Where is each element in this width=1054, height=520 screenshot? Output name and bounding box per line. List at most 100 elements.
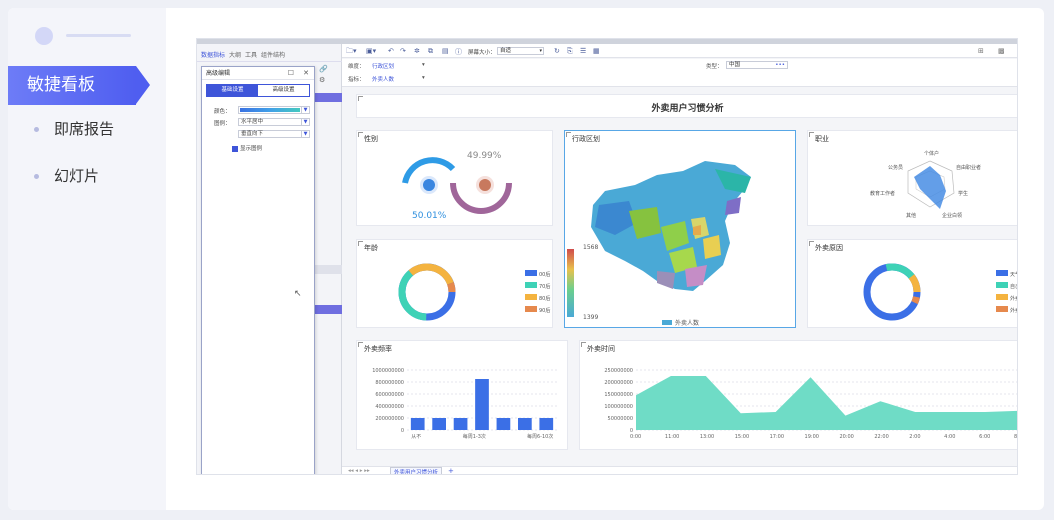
x-tick-label: 6:00: [979, 434, 990, 440]
chevron-down-icon: ▾: [539, 48, 542, 54]
male-pct: 50.01%: [412, 211, 447, 221]
chevron-down-icon: ▼: [301, 107, 309, 114]
time-panel[interactable]: 外卖时间 250000000 200000000 150000000 10000000…: [579, 340, 1017, 450]
legend-position-select[interactable]: 垂直向下 ▼: [238, 130, 310, 138]
legend-align-select[interactable]: 水平居中 ▼: [238, 118, 310, 126]
frequency-panel[interactable]: 外卖频率 1000000000 800000000 600000000 4000000…: [356, 340, 568, 450]
export-icon[interactable]: ⎘: [567, 47, 573, 56]
dialog-tabs: 基础设置 高级设置: [206, 84, 310, 97]
x-tick-label: 15:00: [735, 434, 749, 440]
map-color-scale: [567, 249, 574, 317]
age-legend: 00后: [539, 271, 550, 278]
add-sheet-icon[interactable]: +: [448, 467, 454, 474]
settings-icon[interactable]: ⚙: [319, 76, 325, 84]
tab-advanced-settings[interactable]: 高级设置: [258, 85, 309, 96]
bar: [475, 379, 489, 430]
y-tick-label: 200000000: [604, 380, 633, 386]
tab-basic-settings[interactable]: 基础设置: [207, 85, 258, 96]
y-tick-label: 400000000: [375, 404, 404, 410]
refresh-icon[interactable]: ↻: [554, 47, 560, 55]
x-tick-label: 20:00: [839, 434, 853, 440]
nav-item-dashboard[interactable]: 敏捷看板: [8, 66, 150, 105]
cursor-icon: ↖: [294, 289, 302, 299]
sheet-nav-icons[interactable]: ◂◂ ◂ ▸ ▸▸: [348, 468, 370, 474]
type-label: 类型：: [706, 64, 723, 70]
tab-tools[interactable]: 工具: [245, 50, 257, 59]
product-screenshot: 数据指标 大纲 工具 组件结构 🔗 ⚙ 高级编辑 ☐ ✕ 基础设置 高级设置 颜色： …: [196, 38, 1018, 475]
info-icon[interactable]: ⓘ: [455, 47, 462, 57]
age-donut: 00后 70后 80后 90后: [398, 263, 550, 321]
bullet-icon: [34, 174, 39, 179]
x-tick-label: 4:00: [944, 434, 955, 440]
x-tick-label: 11:00: [665, 434, 679, 440]
left-pane-strip: 🔗 ⚙: [315, 62, 342, 474]
tab-structure[interactable]: 组件结构: [261, 50, 285, 59]
reason-legend: 自己: [1010, 283, 1018, 290]
job-radar: 个体户 自由职业者 学生 企业白领 其他 教育工作者 公务员: [870, 150, 981, 219]
screen-size-select[interactable]: 自适 ▾: [497, 47, 544, 55]
job-panel[interactable]: 职业 个体户 自由职业者 学生 企业白领 其他 教育工作者 公务员: [807, 130, 1017, 226]
y-tick-label: 1000000000: [372, 368, 404, 374]
job-label: 企业白领: [942, 212, 962, 219]
chevron-down-icon[interactable]: ▾: [422, 62, 425, 68]
row-marker: [315, 265, 342, 274]
undo-icon[interactable]: ↶: [388, 47, 394, 55]
reason-legend: 天气: [1010, 271, 1018, 278]
color-select[interactable]: ▼: [238, 106, 310, 114]
y-tick-label: 200000000: [375, 416, 404, 422]
link-icon[interactable]: 🔗: [319, 65, 328, 73]
bar: [432, 418, 446, 430]
list-icon[interactable]: ☰: [580, 47, 586, 55]
y-tick-label: 0: [401, 428, 404, 434]
selected-row-marker: [315, 93, 342, 102]
table-icon[interactable]: ▦: [593, 47, 600, 55]
preview-icon[interactable]: ⧉: [428, 47, 433, 56]
metric-value[interactable]: 外卖人数: [372, 75, 394, 83]
job-label: 自由职业者: [956, 164, 981, 171]
type-input[interactable]: 中国 •••: [726, 61, 788, 69]
chevron-down-icon: ▼: [301, 119, 309, 126]
dimension-label: 维度：: [348, 64, 365, 70]
save-icon[interactable]: ▣▾: [366, 47, 376, 55]
x-tick-label: 每周6-10次: [527, 433, 553, 440]
nav-label: 即席报告: [54, 120, 115, 138]
reason-legend: 外卖: [1010, 295, 1018, 302]
job-radar-area: [914, 166, 946, 209]
maximize-icon[interactable]: ☐: [288, 67, 294, 80]
tab-outline[interactable]: 大纲: [229, 50, 241, 59]
nav-item-report[interactable]: 即席报告: [34, 118, 114, 139]
job-label: 公务员: [888, 164, 903, 171]
reason-panel[interactable]: 外卖原因 天气 自己 外卖 外卖: [807, 239, 1018, 328]
x-tick-label: 13:00: [700, 434, 714, 440]
color-gradient: [240, 108, 300, 112]
designer-toolbar: 🗀▾ ▣▾ ↶ ↷ ✲ ⧉ ▤ ⓘ 屏幕大小： 自适 ▾ ↻ ⎘ ☰ ▦ ⊞ ▩: [342, 44, 1017, 58]
nav-item-slides[interactable]: 幻灯片: [34, 165, 99, 186]
tool-icon[interactable]: ✲: [414, 47, 420, 55]
redo-icon[interactable]: ↷: [400, 47, 406, 55]
sheet-tab-bar: ◂◂ ◂ ▸ ▸▸ 外卖用户习惯分析 +: [342, 466, 1017, 474]
screen-size-value: 自适: [500, 48, 512, 54]
show-legend-checkbox[interactable]: 显示图例: [232, 144, 262, 152]
sheet-tab[interactable]: 外卖用户习惯分析: [390, 467, 443, 474]
designer-main: 🗀▾ ▣▾ ↶ ↷ ✲ ⧉ ▤ ⓘ 屏幕大小： 自适 ▾ ↻ ⎘ ☰ ▦ ⊞ ▩ …: [342, 44, 1018, 474]
map-legend-swatch: [662, 320, 672, 325]
female-pct: 49.99%: [467, 151, 502, 161]
tab-data[interactable]: 数据指标: [201, 50, 225, 59]
grid-icon[interactable]: ▩: [998, 47, 1005, 55]
close-icon[interactable]: ✕: [303, 67, 309, 80]
dimension-value[interactable]: 行政区划: [372, 62, 394, 70]
chart-icon[interactable]: ⊞: [978, 47, 984, 55]
folder-icon[interactable]: 🗀▾: [346, 47, 357, 58]
region-panel[interactable]: 行政区划 1568 1399 外卖人数: [564, 130, 796, 328]
nav-label: 幻灯片: [54, 167, 100, 185]
age-panel[interactable]: 年龄 00后 70后 80后 90后: [356, 239, 553, 328]
chevron-down-icon[interactable]: ▾: [422, 75, 425, 81]
gender-chart: 49.99% 50.01%: [402, 151, 512, 221]
screen-size-label: 屏幕大小：: [468, 50, 496, 56]
reason-donut: 天气 自己 外卖 外卖: [863, 263, 1018, 321]
y-tick-label: 100000000: [604, 404, 633, 410]
image-icon[interactable]: ▤: [442, 47, 449, 55]
checkbox-icon: [232, 145, 238, 152]
x-tick-label: 19:00: [805, 434, 819, 440]
gender-panel[interactable]: 性别 49.99% 50.01%: [356, 130, 553, 226]
